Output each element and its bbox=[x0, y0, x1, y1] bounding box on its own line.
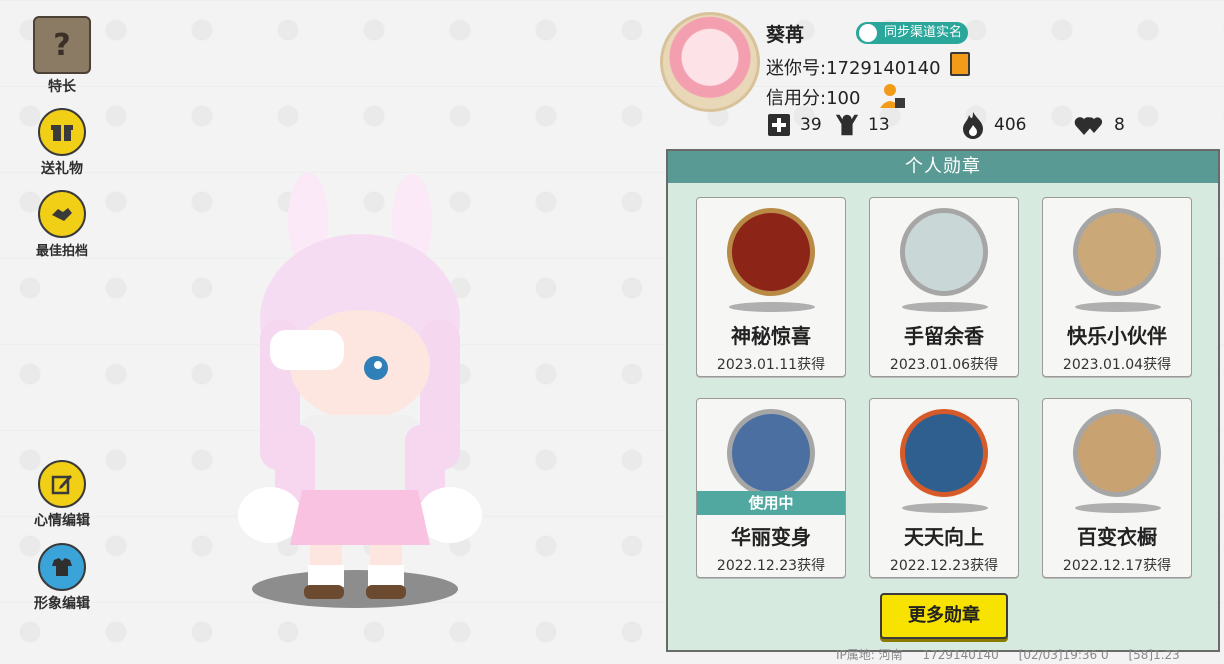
talent-button[interactable]: ? 特长 bbox=[22, 16, 102, 96]
medal-card[interactable]: 手留余香 2023.01.06获得 bbox=[869, 197, 1019, 377]
popularity-count: 406 bbox=[994, 115, 1027, 135]
frog-flower-medal-icon bbox=[900, 208, 988, 296]
mood-edit-button[interactable]: 心情编辑 bbox=[22, 460, 102, 530]
player-character bbox=[230, 170, 490, 620]
best-partner-button[interactable]: 最佳拍档 bbox=[22, 190, 102, 259]
footer-time: [02/03]19:36 0 bbox=[1018, 648, 1109, 662]
dino-transform-medal-icon bbox=[727, 409, 815, 497]
medal-date: 2023.01.04获得 bbox=[1062, 357, 1172, 373]
likes-count: 8 bbox=[1114, 115, 1125, 135]
copy-icon[interactable] bbox=[950, 52, 970, 76]
send-gift-button[interactable]: 送礼物 bbox=[22, 108, 102, 178]
cheer-person-icon bbox=[834, 112, 860, 138]
credit-person-icon[interactable] bbox=[878, 82, 906, 110]
footer-info: IP属地: 河南 1729140140 [02/03]19:36 0 [58]1… bbox=[836, 646, 1196, 663]
medal-card[interactable]: 快乐小伙伴 2023.01.04获得 bbox=[1042, 197, 1192, 377]
medal-name: 华丽变身 bbox=[731, 525, 811, 549]
friends-count: 39 bbox=[800, 115, 822, 135]
medal-card[interactable]: 神秘惊喜 2023.01.11获得 bbox=[696, 197, 846, 377]
likes-stat[interactable]: 8 bbox=[1074, 112, 1125, 138]
medal-date: 2023.01.06获得 bbox=[889, 357, 999, 373]
medal-date: 2022.12.17获得 bbox=[1062, 558, 1172, 574]
medal-name: 快乐小伙伴 bbox=[1067, 324, 1167, 348]
realname-badge-label: 同步渠道实名 bbox=[884, 25, 963, 40]
mood-edit-label: 心情编辑 bbox=[34, 513, 90, 529]
footer-id: 1729140140 bbox=[922, 648, 999, 662]
edit-icon bbox=[38, 460, 86, 508]
medal-base bbox=[902, 503, 988, 513]
popularity-stat[interactable]: 406 bbox=[960, 112, 1027, 139]
hearts-icon bbox=[1074, 112, 1106, 138]
profile-header: 葵苒 同步渠道实名 迷你号:1729140140 信用分:100 39 13 4… bbox=[660, 12, 1220, 142]
talent-label: 特长 bbox=[48, 79, 76, 95]
add-friend-icon bbox=[766, 112, 792, 138]
medal-date: 2022.12.23获得 bbox=[716, 558, 826, 574]
friends-stat[interactable]: 39 bbox=[766, 112, 822, 138]
handshake-icon bbox=[38, 190, 86, 238]
medal-base bbox=[1075, 503, 1161, 513]
medal-card[interactable]: 使用中 华丽变身 2022.12.23获得 bbox=[696, 398, 846, 578]
medal-panel: 个人勋章 神秘惊喜 2023.01.11获得 手留余香 2023.01.06获得… bbox=[666, 149, 1220, 652]
avatar-edit-label: 形象编辑 bbox=[34, 596, 90, 612]
nickname: 葵苒 bbox=[766, 24, 805, 46]
medal-date: 2022.12.23获得 bbox=[889, 558, 999, 574]
medal-base bbox=[1075, 302, 1161, 312]
medal-name: 手留余香 bbox=[904, 324, 984, 348]
credit-score: 信用分:100 bbox=[766, 88, 861, 109]
medal-card[interactable]: 百变衣橱 2022.12.17获得 bbox=[1042, 398, 1192, 578]
send-gift-label: 送礼物 bbox=[41, 161, 83, 177]
medal-name: 天天向上 bbox=[904, 525, 984, 549]
more-medals-button[interactable]: 更多勋章 bbox=[880, 593, 1008, 639]
followers-count: 13 bbox=[868, 115, 890, 135]
medal-panel-title: 个人勋章 bbox=[668, 151, 1218, 183]
realname-badge[interactable]: 同步渠道实名 bbox=[856, 22, 969, 44]
best-partner-label: 最佳拍档 bbox=[35, 244, 88, 259]
character-figure bbox=[238, 172, 482, 599]
question-mark-icon: ? bbox=[33, 16, 91, 74]
in-use-badge: 使用中 bbox=[697, 491, 845, 515]
flame-icon bbox=[960, 112, 986, 139]
mini-id: 迷你号:1729140140 bbox=[766, 58, 941, 79]
avatar[interactable] bbox=[660, 12, 760, 112]
medal-date: 2023.01.11获得 bbox=[716, 357, 826, 373]
medal-card[interactable]: 天天向上 2022.12.23获得 bbox=[869, 398, 1019, 578]
user-verified-icon bbox=[859, 24, 877, 42]
medal-base bbox=[902, 302, 988, 312]
ip-location: IP属地: 河南 bbox=[836, 648, 903, 662]
followers-stat[interactable]: 13 bbox=[834, 112, 890, 138]
medal-name: 百变衣橱 bbox=[1077, 525, 1157, 549]
outfit-icon bbox=[38, 543, 86, 591]
bear-wardrobe-medal-icon bbox=[1073, 409, 1161, 497]
avatar-edit-button[interactable]: 形象编辑 bbox=[22, 543, 102, 613]
calendar-check-medal-icon bbox=[900, 409, 988, 497]
gift-icon bbox=[38, 108, 86, 156]
buddies-medal-icon bbox=[1073, 208, 1161, 296]
footer-version: [58]1.23 bbox=[1128, 648, 1180, 662]
medal-name: 神秘惊喜 bbox=[731, 324, 811, 348]
medal-base bbox=[729, 302, 815, 312]
mystery-gift-medal-icon bbox=[727, 208, 815, 296]
